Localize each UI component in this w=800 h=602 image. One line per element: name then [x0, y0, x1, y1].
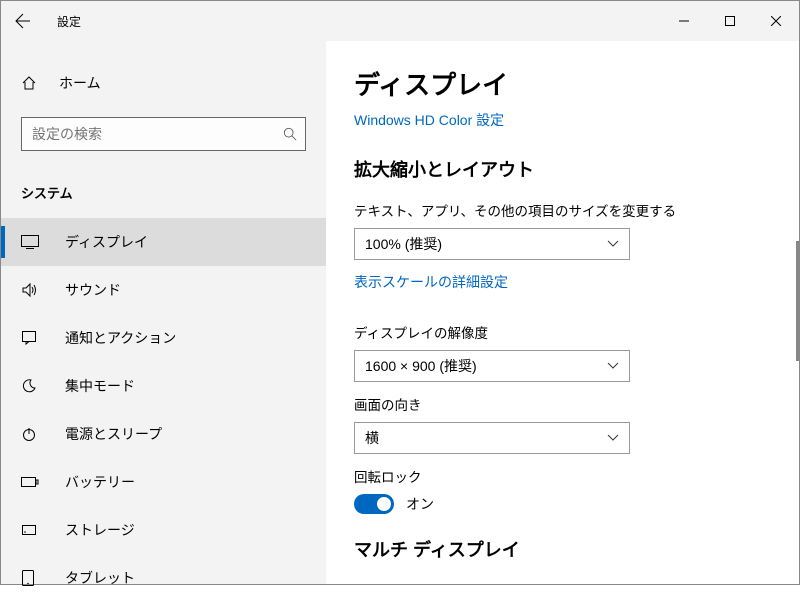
search-icon — [283, 127, 297, 141]
scale-value: 100% (推奨) — [365, 234, 442, 254]
minimize-icon — [679, 16, 689, 26]
hd-color-link[interactable]: Windows HD Color 設定 — [354, 110, 504, 130]
search-input[interactable] — [32, 126, 283, 142]
orientation-select[interactable]: 横 — [354, 422, 630, 454]
orientation-label: 画面の向き — [354, 394, 771, 414]
rotation-lock-value: オン — [406, 494, 434, 514]
notifications-icon — [21, 330, 41, 346]
chevron-down-icon — [607, 362, 619, 370]
sidebar-item-label: バッテリー — [65, 472, 135, 492]
sidebar-item-tablet[interactable]: タブレット — [1, 554, 326, 602]
sidebar-item-label: 電源とスリープ — [65, 424, 162, 444]
home-button[interactable]: ホーム — [1, 65, 326, 101]
close-button[interactable] — [753, 5, 799, 37]
rotation-lock-label: 回転ロック — [354, 466, 771, 486]
sidebar-item-label: 通知とアクション — [65, 328, 176, 348]
moon-icon — [21, 378, 41, 394]
orientation-value: 横 — [365, 428, 379, 448]
sidebar-item-notifications[interactable]: 通知とアクション — [1, 314, 326, 362]
sidebar-item-battery[interactable]: バッテリー — [1, 458, 326, 506]
chevron-down-icon — [607, 240, 619, 248]
sidebar-item-storage[interactable]: ストレージ — [1, 506, 326, 554]
rotation-lock-toggle[interactable] — [354, 494, 394, 514]
storage-icon — [21, 522, 41, 538]
resolution-select[interactable]: 1600 × 900 (推奨) — [354, 350, 630, 382]
power-icon — [21, 426, 41, 442]
window-title: 設定 — [45, 13, 81, 30]
sound-icon — [21, 282, 41, 298]
sidebar-item-focus[interactable]: 集中モード — [1, 362, 326, 410]
maximize-icon — [725, 16, 735, 26]
sidebar-item-label: 集中モード — [65, 376, 135, 396]
sidebar: ホーム システム ディスプレイ サウンド 通知とアクション — [1, 41, 326, 584]
back-button[interactable] — [1, 1, 45, 41]
arrow-left-icon — [15, 13, 31, 29]
sidebar-item-label: タブレット — [65, 568, 135, 588]
section-scale-title: 拡大縮小とレイアウト — [354, 156, 771, 182]
home-icon — [21, 75, 41, 91]
scale-label: テキスト、アプリ、その他の項目のサイズを変更する — [354, 200, 771, 220]
battery-icon — [21, 476, 41, 488]
monitor-icon — [21, 235, 41, 249]
home-label: ホーム — [59, 73, 101, 93]
sidebar-item-label: ストレージ — [65, 520, 135, 540]
scale-select[interactable]: 100% (推奨) — [354, 228, 630, 260]
close-icon — [771, 16, 781, 26]
category-header: システム — [1, 171, 326, 218]
section-multi-title: マルチ ディスプレイ — [354, 536, 771, 562]
resolution-label: ディスプレイの解像度 — [354, 322, 771, 342]
sidebar-item-label: ディスプレイ — [65, 232, 148, 252]
scrollbar[interactable] — [796, 241, 799, 361]
main-content: ディスプレイ Windows HD Color 設定 拡大縮小とレイアウト テキ… — [326, 41, 799, 584]
sidebar-item-power[interactable]: 電源とスリープ — [1, 410, 326, 458]
maximize-button[interactable] — [707, 5, 753, 37]
titlebar: 設定 — [1, 1, 799, 41]
tablet-icon — [21, 570, 41, 586]
sidebar-item-sound[interactable]: サウンド — [1, 266, 326, 314]
search-box[interactable] — [21, 117, 306, 151]
page-title: ディスプレイ — [354, 65, 771, 102]
advanced-scale-link[interactable]: 表示スケールの詳細設定 — [354, 272, 508, 292]
chevron-down-icon — [607, 434, 619, 442]
sidebar-item-display[interactable]: ディスプレイ — [1, 218, 326, 266]
sidebar-item-label: サウンド — [65, 280, 121, 300]
minimize-button[interactable] — [661, 5, 707, 37]
resolution-value: 1600 × 900 (推奨) — [365, 356, 477, 376]
